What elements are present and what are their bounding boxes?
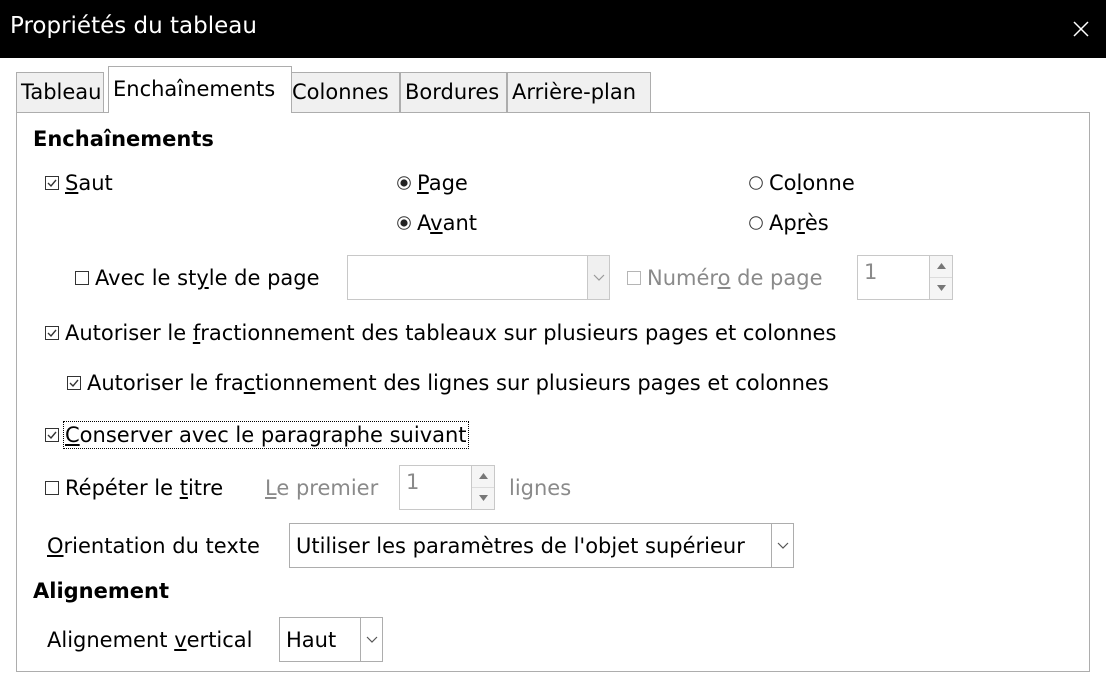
first-rows-spinner[interactable]: 1 xyxy=(399,465,495,510)
text-orientation-dropdown-button[interactable] xyxy=(771,524,793,567)
before-radio[interactable]: Avant xyxy=(397,208,477,238)
dialog-title: Propriétés du tableau xyxy=(10,13,257,39)
table-properties-dialog: Propriétés du tableau Tableau Enchaîneme… xyxy=(0,0,1106,680)
after-radio-label: Après xyxy=(769,211,829,235)
page-number-checkbox[interactable]: Numéro de page xyxy=(627,263,823,293)
checkbox-checked-icon xyxy=(45,428,59,442)
keep-with-next-checkbox[interactable]: Conserver avec le paragraphe suivant xyxy=(45,420,469,450)
page-radio-label: Page xyxy=(417,171,468,195)
triangle-up-icon xyxy=(936,263,946,270)
triangle-down-icon xyxy=(478,495,488,502)
rows-suffix-label: lignes xyxy=(509,476,572,500)
vertical-alignment-dropdown-button[interactable] xyxy=(360,618,382,661)
tab-panel-enchainements: Enchaînements Saut Page Colonne Avant Ap… xyxy=(16,112,1090,672)
radio-unselected-icon xyxy=(749,176,763,190)
vertical-alignment-value: Haut xyxy=(286,627,337,652)
break-checkbox[interactable]: Saut xyxy=(45,168,113,198)
close-icon xyxy=(1073,21,1089,37)
allow-row-split-checkbox[interactable]: Autoriser le fractionnement des lignes s… xyxy=(67,368,829,398)
vertical-alignment-label: Alignement vertical xyxy=(47,628,253,652)
checkbox-unchecked-icon xyxy=(75,271,89,285)
spinner-down-button[interactable] xyxy=(930,277,952,299)
repeat-heading-label: Répéter le titre xyxy=(65,476,224,500)
spinner-up-button[interactable] xyxy=(930,256,952,278)
page-number-value: 1 xyxy=(864,260,878,284)
tab-bordures[interactable]: Bordures xyxy=(400,72,507,112)
with-page-style-label: Avec le style de page xyxy=(95,266,320,290)
break-label: Saut xyxy=(65,171,113,195)
checkbox-unchecked-icon xyxy=(45,481,59,495)
tab-enchainements[interactable]: Enchaînements xyxy=(108,66,292,113)
section-heading-flow: Enchaînements xyxy=(33,127,214,151)
page-number-spinner[interactable]: 1 xyxy=(857,255,953,300)
chevron-down-icon xyxy=(593,274,604,281)
page-style-dropdown-button[interactable] xyxy=(587,256,609,299)
tab-tableau[interactable]: Tableau xyxy=(16,72,104,112)
spinner-buttons xyxy=(929,256,952,299)
section-heading-alignment: Alignement xyxy=(33,579,169,603)
after-radio[interactable]: Après xyxy=(749,208,829,238)
tab-colonnes[interactable]: Colonnes xyxy=(287,72,400,112)
spinner-down-button[interactable] xyxy=(472,487,494,509)
close-button[interactable] xyxy=(1056,0,1106,58)
allow-row-split-label: Autoriser le fractionnement des lignes s… xyxy=(87,371,829,395)
radio-selected-icon xyxy=(397,216,411,230)
keep-with-next-label: Conserver avec le paragraphe suivant xyxy=(63,421,469,449)
text-orientation-value: Utiliser les paramètres de l'objet supér… xyxy=(296,533,745,558)
allow-table-split-checkbox[interactable]: Autoriser le fractionnement des tableaux… xyxy=(45,318,836,348)
spinner-up-button[interactable] xyxy=(472,466,494,488)
triangle-up-icon xyxy=(478,473,488,480)
column-radio[interactable]: Colonne xyxy=(749,168,855,198)
repeat-heading-checkbox[interactable]: Répéter le titre xyxy=(45,473,223,503)
checkbox-unchecked-icon xyxy=(627,271,641,285)
radio-unselected-icon xyxy=(749,216,763,230)
page-radio[interactable]: Page xyxy=(397,168,468,198)
first-rows-label: Le premier xyxy=(265,476,379,500)
before-radio-label: Avant xyxy=(417,211,477,235)
with-page-style-checkbox[interactable]: Avec le style de page xyxy=(75,263,320,293)
checkbox-checked-icon xyxy=(67,376,81,390)
page-style-select[interactable] xyxy=(347,255,610,300)
checkbox-checked-icon xyxy=(45,176,59,190)
triangle-down-icon xyxy=(936,285,946,292)
text-orientation-label: Orientation du texte xyxy=(47,534,260,558)
column-radio-label: Colonne xyxy=(769,171,855,195)
spinner-buttons xyxy=(471,466,494,509)
chevron-down-icon xyxy=(777,542,788,549)
title-bar: Propriétés du tableau xyxy=(0,0,1106,58)
vertical-alignment-select[interactable]: Haut xyxy=(279,617,383,662)
chevron-down-icon xyxy=(366,636,377,643)
text-orientation-select[interactable]: Utiliser les paramètres de l'objet supér… xyxy=(289,523,794,568)
first-rows-value: 1 xyxy=(406,470,420,494)
page-number-label: Numéro de page xyxy=(647,266,823,290)
tab-arriere-plan[interactable]: Arrière-plan xyxy=(507,72,651,112)
checkbox-checked-icon xyxy=(45,326,59,340)
radio-selected-icon xyxy=(397,176,411,190)
allow-table-split-label: Autoriser le fractionnement des tableaux… xyxy=(65,321,837,345)
